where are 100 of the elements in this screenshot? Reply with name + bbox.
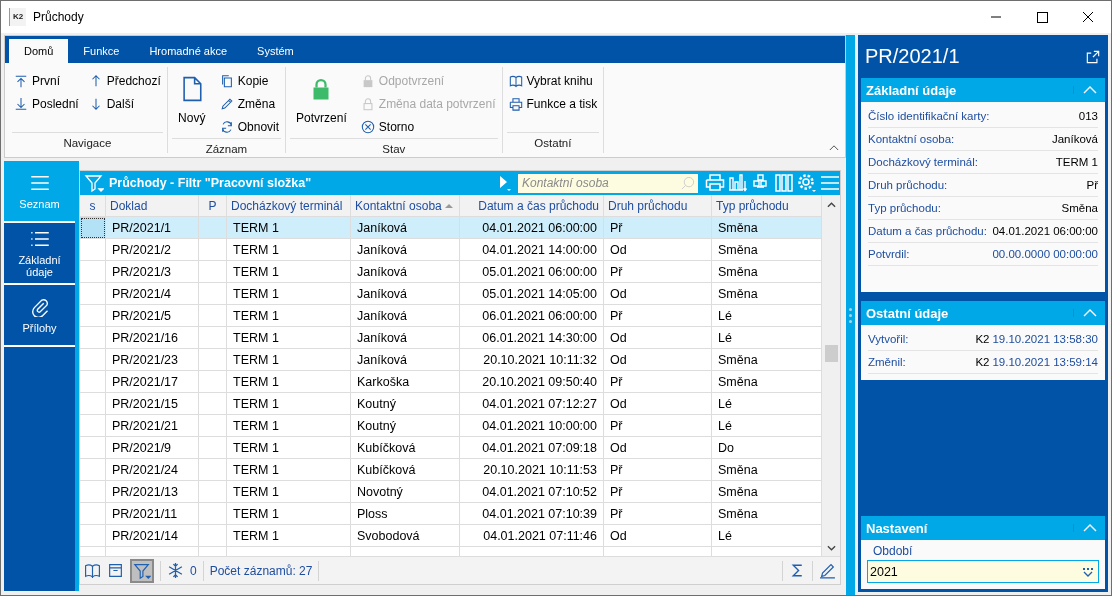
ribbon-tab[interactable]: Systém bbox=[242, 39, 309, 63]
table-cell: Od bbox=[604, 349, 712, 371]
table-row[interactable]: PR/2021/16 TERM 1 Janíková 06.01.2021 14:30:00 Od Lé bbox=[80, 327, 822, 349]
ribbon-button[interactable]: Nový bbox=[171, 69, 212, 135]
table-cell: 06.01.2021 06:00:00 bbox=[460, 305, 604, 327]
table-row[interactable]: PR/2021/4 TERM 1 Janíková 05.01.2021 14:05:00 Od Směna bbox=[80, 283, 822, 305]
table-cell: Od bbox=[604, 437, 712, 459]
table-cell: Př bbox=[604, 305, 712, 327]
ribbon-tab[interactable]: Hromadné akce bbox=[134, 39, 243, 63]
field-label: Vytvořil: bbox=[868, 333, 909, 345]
search-field[interactable]: Kontaktní osoba bbox=[518, 173, 698, 193]
window-title: Průchody bbox=[33, 10, 84, 24]
table-cell: Od bbox=[604, 239, 712, 261]
table-cell: Př bbox=[604, 459, 712, 481]
field-label: Změnil: bbox=[868, 356, 906, 368]
field-value: Janíková bbox=[1051, 133, 1098, 145]
field-value: Směna bbox=[1061, 202, 1098, 214]
table-cell: 05.01.2021 06:00:00 bbox=[460, 261, 604, 283]
table-cell: 04.01.2021 07:10:52 bbox=[460, 481, 604, 503]
ribbon-button[interactable]: Změna bbox=[217, 92, 282, 115]
table-cell: Janíková bbox=[351, 217, 460, 239]
table-cell: TERM 1 bbox=[227, 283, 351, 305]
table-cell: 06.01.2021 14:30:00 bbox=[460, 327, 604, 349]
table-cell: Kubíčková bbox=[351, 437, 460, 459]
table-cell: Janíková bbox=[351, 327, 460, 349]
scroll-down-icon[interactable] bbox=[826, 545, 836, 551]
archive-icon[interactable] bbox=[107, 562, 124, 579]
user-name: K2 bbox=[975, 333, 990, 345]
table-cell: TERM 1 bbox=[227, 393, 351, 415]
table-row[interactable]: PR/2021/15 TERM 1 Koutný 04.01.2021 07:12:27 Od Lé bbox=[80, 393, 822, 415]
unlocked-lock-icon bbox=[360, 96, 375, 111]
ribbon-button[interactable]: Obnovit bbox=[217, 115, 282, 138]
scroll-up-icon[interactable] bbox=[826, 202, 836, 208]
scrollbar[interactable] bbox=[822, 195, 840, 556]
print-icon[interactable] bbox=[705, 173, 725, 193]
table-cell: Př bbox=[604, 503, 712, 525]
table-row[interactable]: PR/2021/5 TERM 1 Janíková 06.01.2021 06:00:00 Př Lé bbox=[80, 305, 822, 327]
table-row[interactable]: PR/2021/1 TERM 1 Janíková 04.01.2021 06:00:00 Př Směna bbox=[80, 217, 822, 239]
columns-icon[interactable] bbox=[774, 173, 794, 193]
table-row[interactable]: PR/2021/14 TERM 1 Svobodová 04.01.2021 07:11:46 Od Lé bbox=[80, 525, 822, 547]
table-cell: PR/2021/13 bbox=[106, 481, 199, 503]
ribbon-button[interactable]: Poslední bbox=[12, 92, 81, 115]
ribbon-button[interactable]: Další bbox=[86, 92, 163, 115]
table-cell: 04.01.2021 07:11:46 bbox=[460, 525, 604, 547]
period-dropdown[interactable]: 2021 bbox=[867, 560, 1099, 583]
table-row[interactable]: PR/2021/9 TERM 1 Kubíčková 04.01.2021 07:09:18 Od Do bbox=[80, 437, 822, 459]
table-row[interactable]: PR/2021/13 TERM 1 Novotný 04.01.2021 07:10:52 Př Směna bbox=[80, 481, 822, 503]
table-cell: Př bbox=[604, 415, 712, 437]
table-row[interactable]: PR/2021/11 TERM 1 Ploss 04.01.2021 07:10:39 Př Směna bbox=[80, 503, 822, 525]
field-label: Období bbox=[872, 544, 914, 558]
table-row[interactable]: PR/2021/21 TERM 1 Koutný 04.01.2021 10:00:00 Př Lé bbox=[80, 415, 822, 437]
table-cell: Svobodová bbox=[351, 525, 460, 547]
edit-icon[interactable] bbox=[819, 562, 836, 579]
table-cell: 20.10.2021 10:11:53 bbox=[460, 459, 604, 481]
scrollbar-thumb[interactable] bbox=[825, 345, 838, 362]
table-cell: Janíková bbox=[351, 239, 460, 261]
ribbon-button[interactable]: Potvrzení bbox=[290, 69, 353, 135]
table-cell: PR/2021/14 bbox=[106, 525, 199, 547]
table-cell: 04.01.2021 07:09:18 bbox=[460, 437, 604, 459]
copy-icon bbox=[219, 73, 234, 88]
collapse-icon[interactable] bbox=[829, 144, 839, 151]
filter-toggle[interactable] bbox=[130, 558, 154, 583]
table-row[interactable]: PR/2021/24 TERM 1 Kubíčková 20.10.2021 10:11:53 Př Směna bbox=[80, 459, 822, 481]
ribbon-button[interactable]: Storno bbox=[358, 115, 498, 138]
ribbon-tab[interactable]: Funkce bbox=[68, 39, 135, 63]
book-icon[interactable] bbox=[84, 562, 101, 579]
ribbon-button[interactable]: Kopie bbox=[217, 69, 282, 92]
table-row[interactable]: PR/2021/17 TERM 1 Karkoška 20.10.2021 09:50:40 Př Směna bbox=[80, 371, 822, 393]
group-label: Ostatní bbox=[506, 132, 600, 153]
table-row[interactable]: PR/2021/3 TERM 1 Janíková 05.01.2021 06:00:00 Př Směna bbox=[80, 261, 822, 283]
ribbon-tab[interactable]: Domů bbox=[9, 39, 69, 63]
table-cell: TERM 1 bbox=[227, 459, 351, 481]
table-cell: TERM 1 bbox=[227, 503, 351, 525]
cancel-icon bbox=[360, 119, 375, 134]
printer-icon bbox=[508, 96, 523, 111]
dropdown-icon[interactable] bbox=[1082, 566, 1094, 577]
refresh-icon bbox=[219, 119, 234, 134]
table-cell: Od bbox=[604, 283, 712, 305]
table-row[interactable]: PR/2021/23 TERM 1 Janíková 20.10.2021 10:11:32 Od Směna bbox=[80, 349, 822, 371]
table-cell: TERM 1 bbox=[227, 371, 351, 393]
filter-icon[interactable] bbox=[84, 173, 104, 193]
table-cell: 04.01.2021 07:12:27 bbox=[460, 393, 604, 415]
table-cell: Janíková bbox=[351, 349, 460, 371]
table-cell: Koutný bbox=[351, 393, 460, 415]
table-cell: TERM 1 bbox=[227, 305, 351, 327]
ribbon-button[interactable]: Předchozí bbox=[86, 69, 163, 92]
table-cell: Koutný bbox=[351, 415, 460, 437]
settings-icon[interactable] bbox=[797, 173, 817, 193]
table-row[interactable]: PR/2021/2 TERM 1 Janíková 04.01.2021 14:00:00 Od Směna bbox=[80, 239, 822, 261]
chart-icon[interactable] bbox=[728, 173, 748, 193]
menu-icon[interactable] bbox=[820, 173, 840, 193]
table-cell: Kubíčková bbox=[351, 459, 460, 481]
open-window-icon[interactable] bbox=[1086, 49, 1100, 64]
table-cell: Janíková bbox=[351, 261, 460, 283]
ribbon-button[interactable]: První bbox=[12, 69, 81, 92]
table-cell: Př bbox=[604, 261, 712, 283]
timestamp: 19.10.2021 13:58:30 bbox=[992, 333, 1098, 345]
snowflake-icon[interactable] bbox=[167, 562, 184, 579]
ribbon-button[interactable]: Vybrat knihu bbox=[506, 69, 600, 92]
ribbon-button[interactable]: Funkce a tisk bbox=[506, 92, 600, 115]
